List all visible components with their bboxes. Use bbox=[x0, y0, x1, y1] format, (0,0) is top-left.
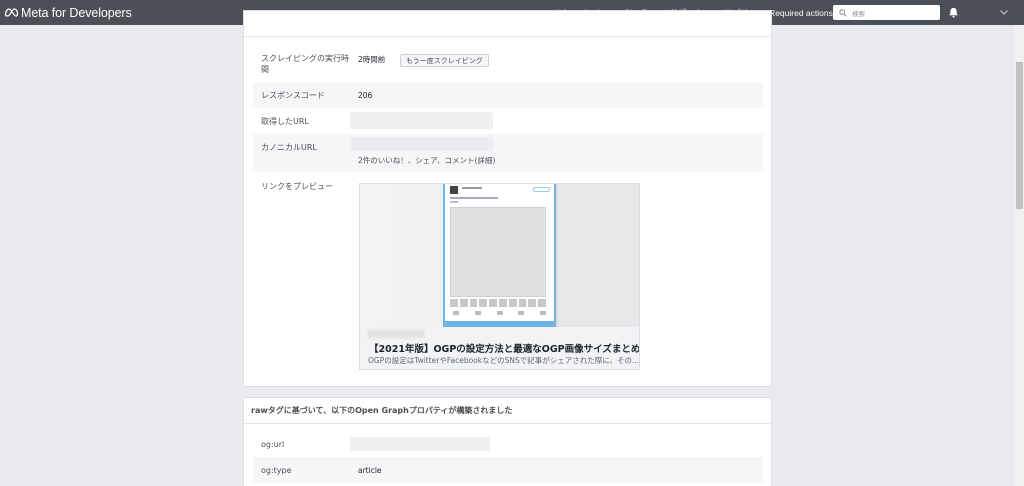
likes-shares-link[interactable]: 2件のいいね！、シェア、コメント(詳細) bbox=[358, 155, 495, 166]
preview-description: OGPの設定はTwitterやFacebookなどのSNSで記事がシェアされた際… bbox=[368, 356, 640, 365]
brand-name: Meta for Developers bbox=[21, 5, 132, 20]
open-graph-card: rawタグに基づいて、以下のOpen Graphプロパティが構築されました og… bbox=[243, 397, 772, 486]
search-icon bbox=[839, 8, 847, 17]
value-response-code: 206 bbox=[358, 91, 373, 100]
label-link-preview: リンクをプレビュー bbox=[261, 182, 333, 191]
notification-bell-icon[interactable] bbox=[948, 7, 959, 18]
value-og-type: article bbox=[358, 466, 382, 475]
preview-caption: 【2021年版】OGPの設定方法と最適なOGP画像サイズまとめ OGPの設定はT… bbox=[360, 327, 639, 369]
row-response-code: レスポンスコード 206 bbox=[253, 82, 763, 108]
label-fetched-url: 取得したURL bbox=[261, 117, 309, 126]
og-card-title: rawタグに基づいて、以下のOpen Graphプロパティが構築されました bbox=[244, 398, 771, 424]
preview-tweet-card bbox=[443, 184, 556, 327]
rescrape-button[interactable]: もう一度スクレイピング bbox=[400, 54, 489, 67]
label-og-type: og:type bbox=[261, 466, 292, 475]
label-response-code: レスポンスコード bbox=[261, 91, 325, 100]
label-scrape-time: スクレイピングの実行時間 bbox=[261, 54, 349, 74]
card-header-cut bbox=[244, 11, 771, 37]
row-canonical-url: カノニカルURL 2件のいいね！、シェア、コメント(詳細) bbox=[253, 134, 763, 172]
search-placeholder: 検索 bbox=[852, 9, 865, 18]
label-canonical-url: カノニカルURL bbox=[261, 143, 317, 152]
value-scrape-time: 2時間前 bbox=[358, 55, 386, 64]
scrape-info-card: スクレイピングの実行時間 2時間前 もう一度スクレイピング レスポンスコード 2… bbox=[243, 10, 772, 387]
preview-title: 【2021年版】OGPの設定方法と最適なOGP画像サイズまとめ bbox=[369, 341, 639, 355]
canonical-url-redacted bbox=[350, 137, 493, 151]
search-input[interactable]: 検索 bbox=[833, 5, 940, 20]
preview-domain-redacted bbox=[367, 329, 425, 338]
scrollbar-thumb[interactable] bbox=[1016, 62, 1023, 209]
brand-logo[interactable]: Meta for Developers bbox=[4, 6, 132, 20]
row-scrape-time: スクレイピングの実行時間 2時間前 もう一度スクレイピング bbox=[253, 48, 763, 82]
link-preview[interactable]: 【2021年版】OGPの設定方法と最適なOGP画像サイズまとめ OGPの設定はT… bbox=[359, 183, 640, 370]
preview-image bbox=[360, 184, 639, 327]
nav-required-actions[interactable]: Required actions bbox=[769, 8, 833, 18]
preview-side-panel bbox=[556, 184, 639, 327]
row-fetched-url: 取得したURL bbox=[253, 108, 763, 134]
chevron-down-icon[interactable] bbox=[1000, 10, 1008, 15]
meta-logo-icon bbox=[4, 8, 18, 17]
row-og-url: og:url bbox=[253, 431, 763, 457]
row-og-type: og:type article bbox=[253, 457, 763, 483]
label-og-url: og:url bbox=[261, 440, 285, 449]
fetched-url-redacted bbox=[350, 112, 493, 129]
og-url-redacted bbox=[350, 437, 490, 451]
